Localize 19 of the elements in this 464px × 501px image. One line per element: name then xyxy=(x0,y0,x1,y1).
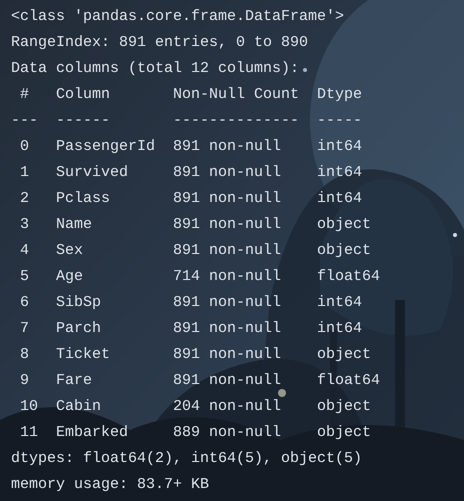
console-line: 1 Survived 891 non-null int64 xyxy=(19,163,362,183)
console-line: 8 Ticket 891 non-null object xyxy=(19,345,372,365)
console-line: RangeIndex: 891 entries, 0 to 890 xyxy=(11,33,308,53)
console-line: 0 PassengerId 891 non-null int64 xyxy=(19,137,362,157)
console-line: 3 Name 891 non-null object xyxy=(19,215,372,235)
console-line: 6 SibSp 891 non-null int64 xyxy=(19,293,362,313)
console-line: dtypes: float64(2), int64(5), object(5) xyxy=(11,449,362,469)
console-line: 5 Age 714 non-null float64 xyxy=(19,267,380,287)
console-line: 4 Sex 891 non-null object xyxy=(19,241,372,261)
console-line: 10 Cabin 204 non-null object xyxy=(19,397,372,417)
console-line: 9 Fare 891 non-null float64 xyxy=(19,371,380,391)
console-line: --- ------ -------------- ----- xyxy=(11,111,362,131)
console-line: 7 Parch 891 non-null int64 xyxy=(19,319,362,339)
console-line: <class 'pandas.core.frame.DataFrame'> xyxy=(11,7,344,27)
console-line: 2 Pclass 891 non-null int64 xyxy=(19,189,362,209)
console-line: Data columns (total 12 columns): xyxy=(11,59,300,79)
console-line: memory usage: 83.7+ KB xyxy=(11,475,210,495)
console-line: 11 Embarked 889 non-null object xyxy=(19,423,372,443)
console-line: # Column Non-Null Count Dtype xyxy=(19,85,362,105)
